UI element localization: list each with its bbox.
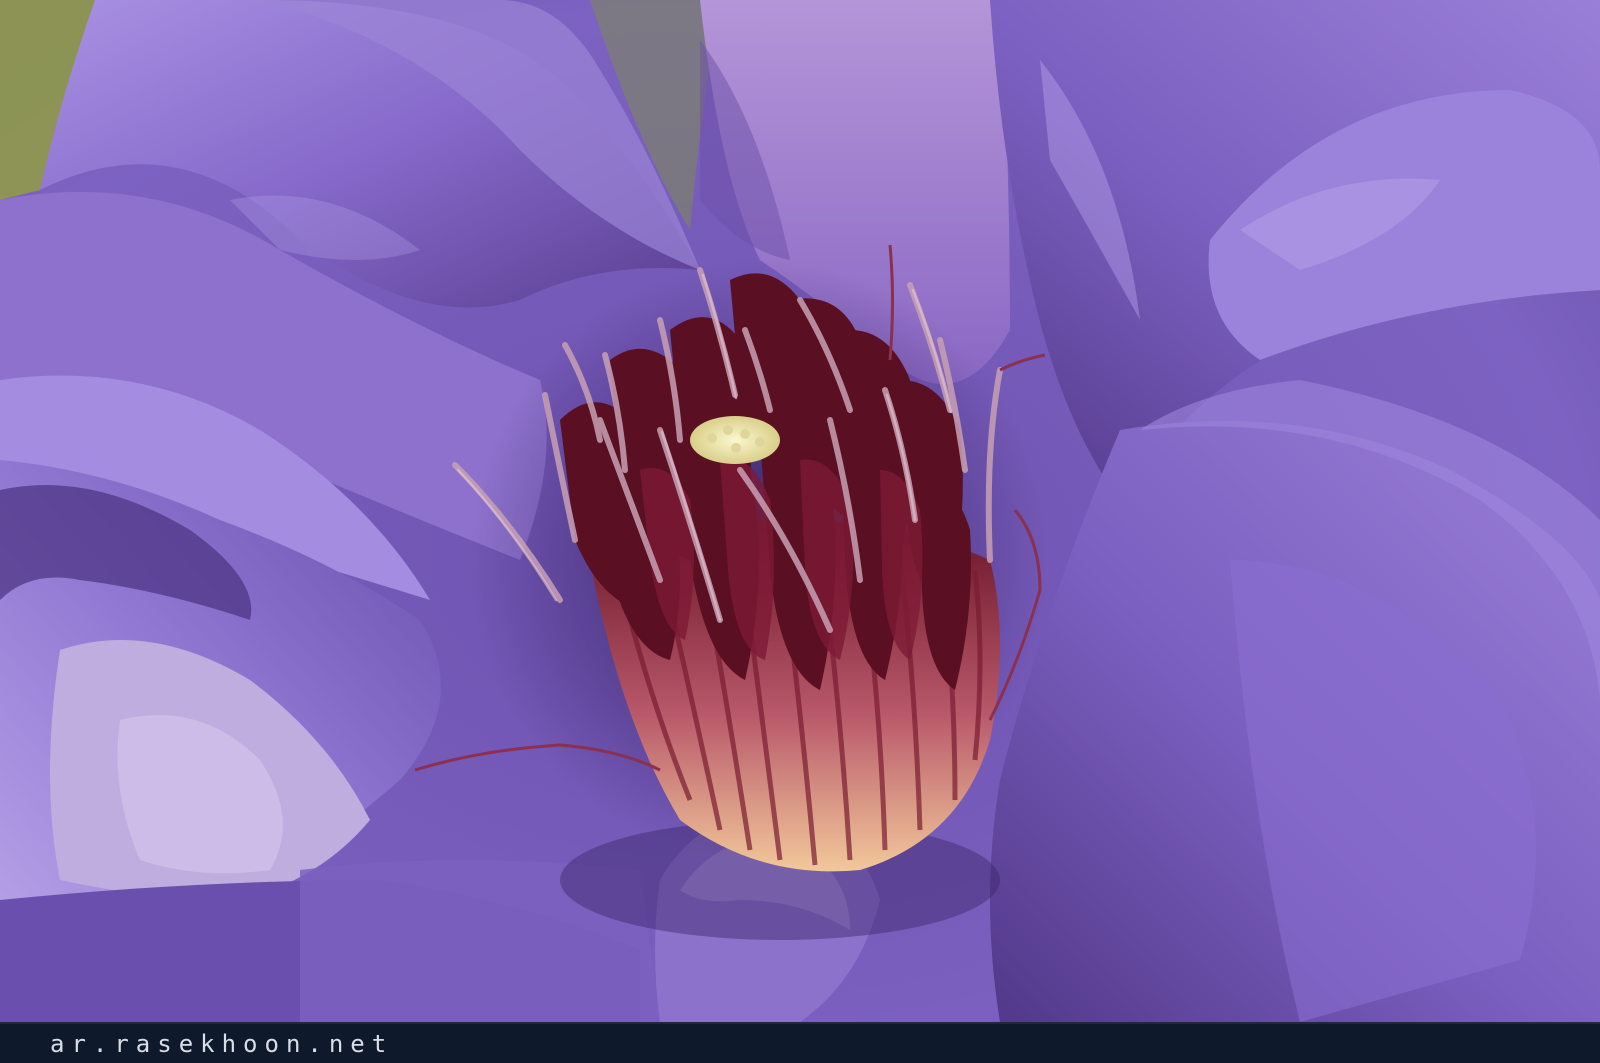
image-frame: ar.rasekhoon.net <box>0 0 1600 1063</box>
watermark-bar: ar.rasekhoon.net <box>0 1022 1600 1063</box>
flower-photo <box>0 0 1600 1022</box>
flower-illustration <box>0 0 1600 1022</box>
watermark-text: ar.rasekhoon.net <box>50 1030 394 1058</box>
